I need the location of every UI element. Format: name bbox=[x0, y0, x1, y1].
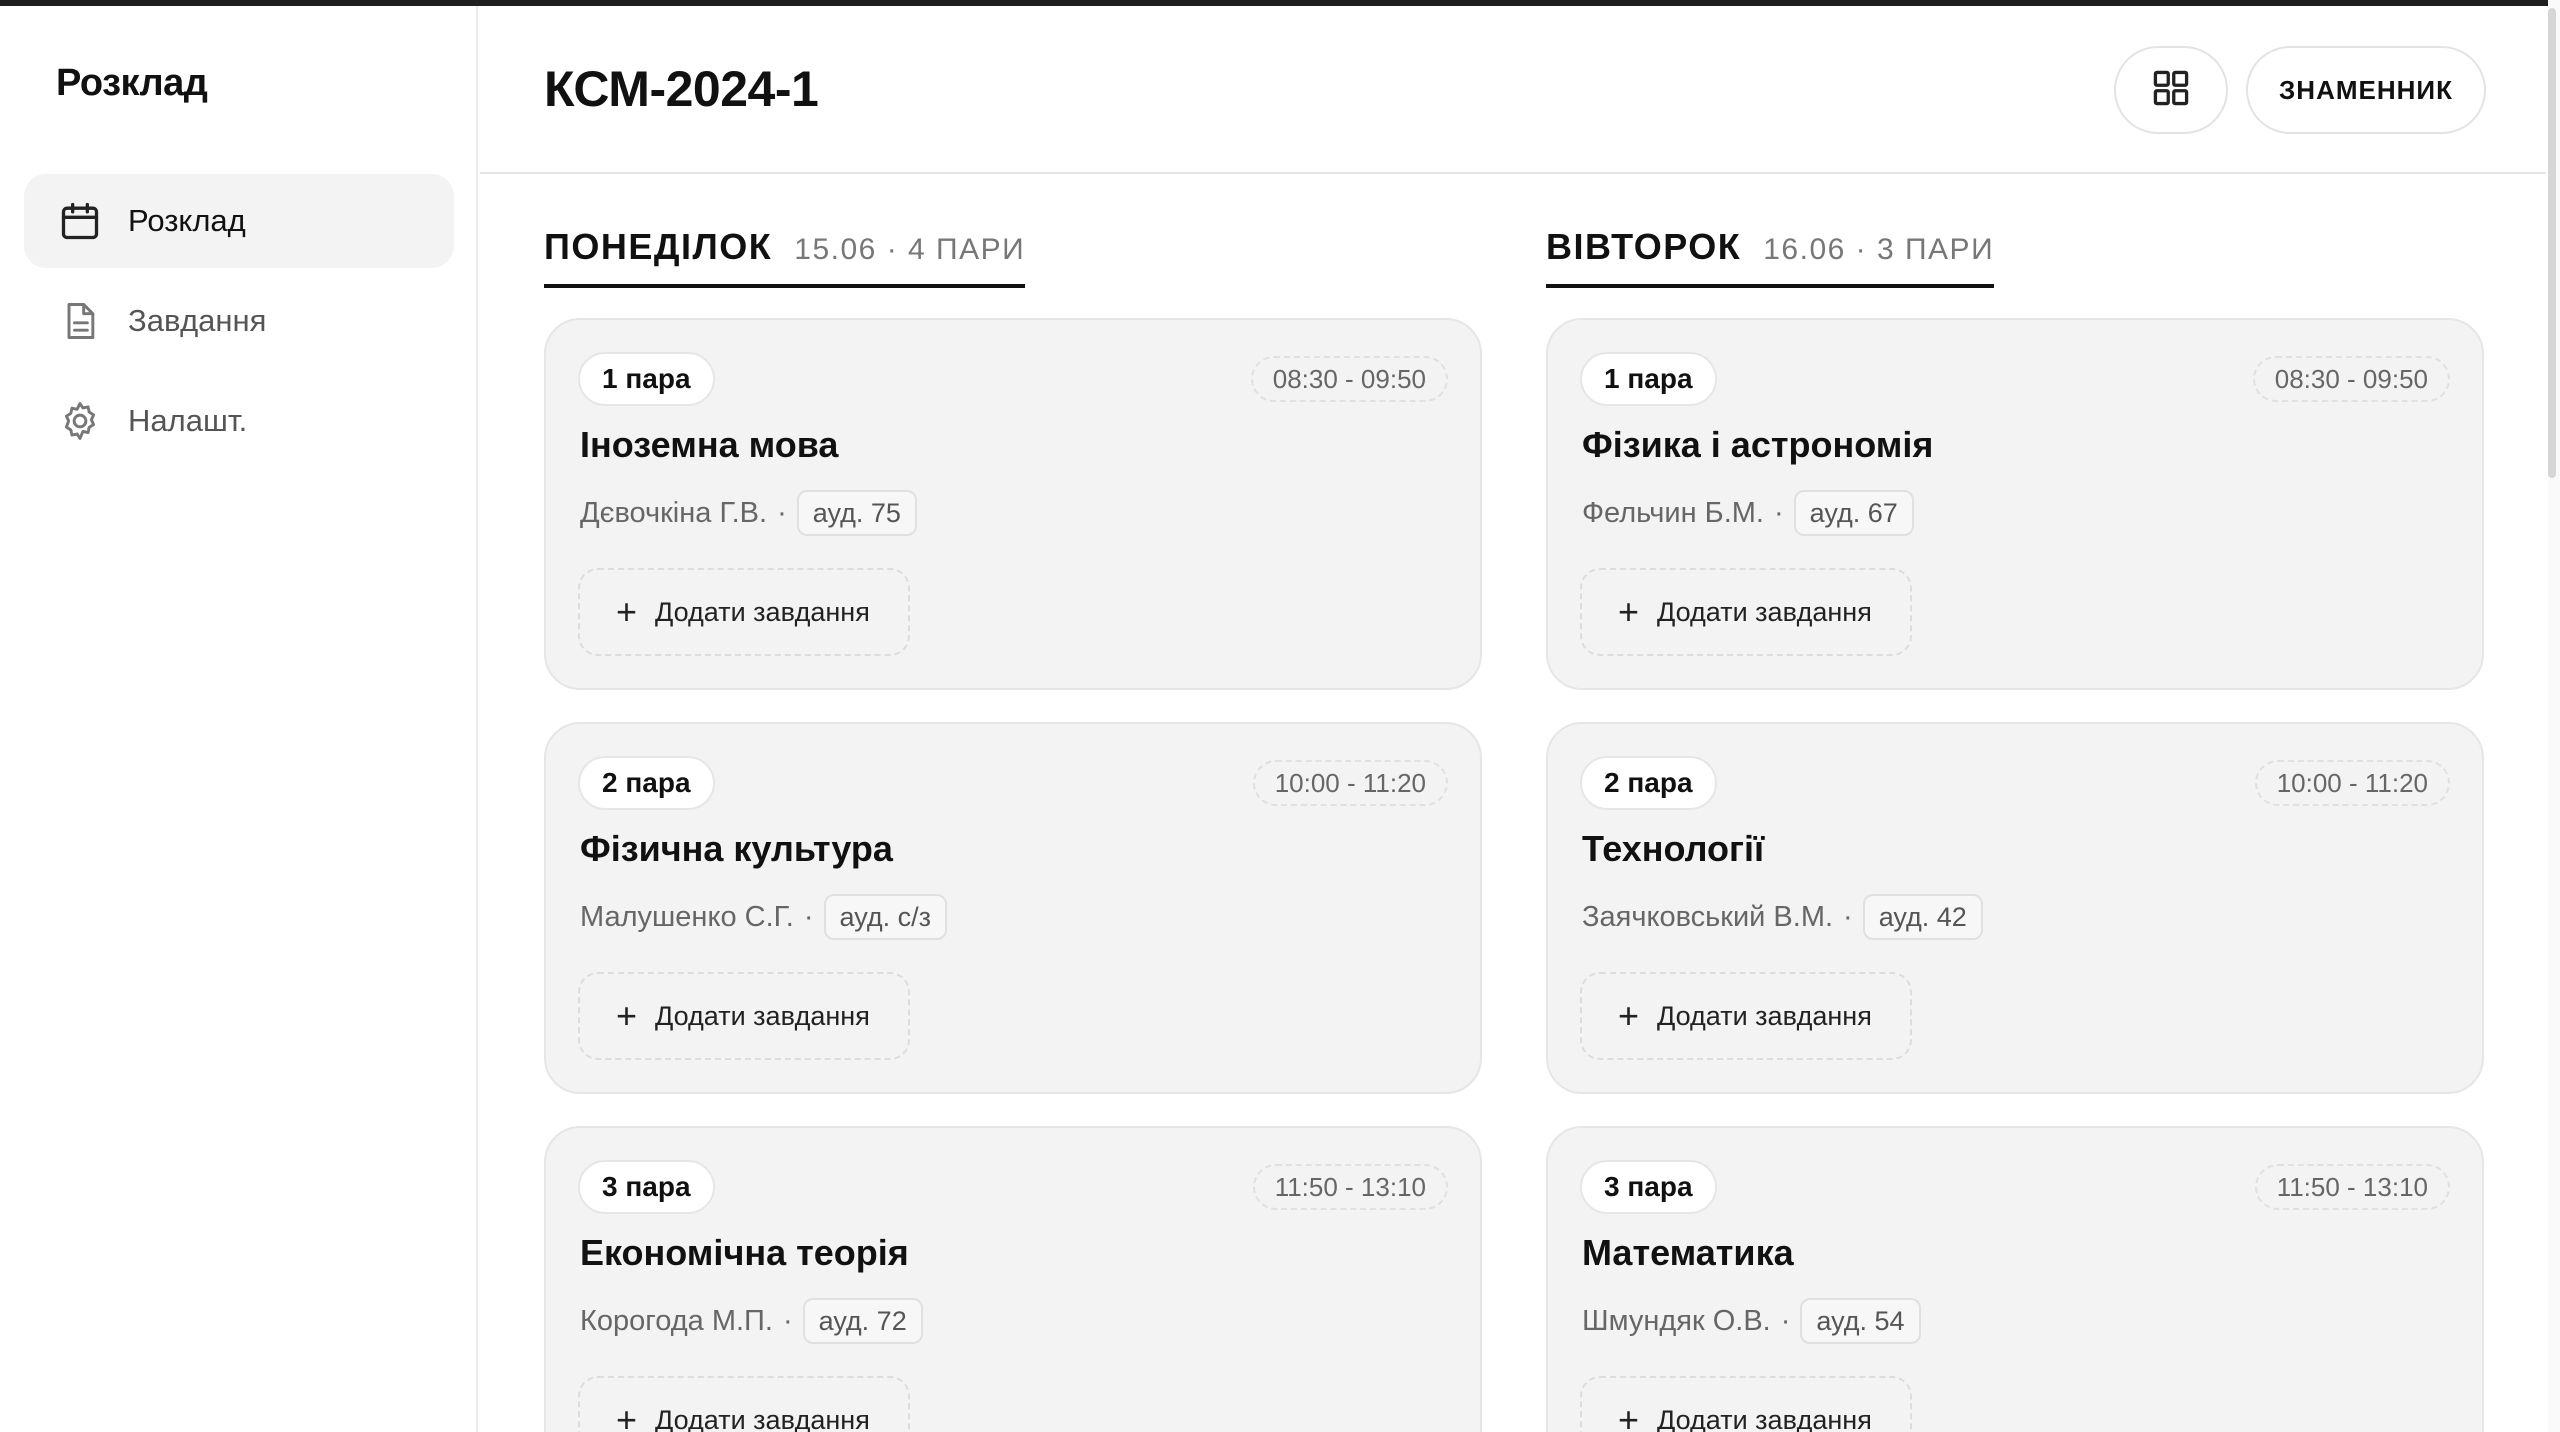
app-brand: Розклад bbox=[56, 62, 208, 104]
subject-name: Фізична культура bbox=[580, 828, 893, 869]
teacher-row: Дєвочкіна Г.В. · ауд. 75 bbox=[580, 490, 917, 536]
add-task-label: Додати завдання bbox=[1657, 1000, 1872, 1031]
time-badge: 11:50 - 13:10 bbox=[2254, 1164, 2450, 1210]
plus-icon: + bbox=[1618, 1399, 1640, 1432]
add-task-button[interactable]: + Додати завдання bbox=[578, 972, 910, 1060]
room-badge: ауд. 72 bbox=[802, 1298, 923, 1344]
day-name: ВІВТОРОК bbox=[1546, 226, 1742, 267]
day-meta: 16.06 · 3 ПАРИ bbox=[1763, 233, 1995, 266]
room-badge: ауд. 75 bbox=[796, 490, 917, 536]
pair-badge: 3 пара bbox=[578, 1160, 715, 1214]
lesson-card[interactable]: 2 пара 10:00 - 11:20 Фізична культура Ма… bbox=[544, 722, 1482, 1094]
room-badge: ауд. 42 bbox=[1862, 894, 1983, 940]
time-badge: 08:30 - 09:50 bbox=[2252, 356, 2450, 402]
plus-icon: + bbox=[616, 995, 638, 1036]
plus-icon: + bbox=[616, 591, 638, 632]
sidebar-item-label: Завдання bbox=[128, 303, 267, 338]
pair-badge: 1 пара bbox=[1580, 352, 1717, 406]
room-badge: ауд. с/з bbox=[823, 894, 948, 940]
add-task-label: Додати завдання bbox=[655, 1000, 870, 1031]
time-badge: 11:50 - 13:10 bbox=[1252, 1164, 1448, 1210]
time-badge: 08:30 - 09:50 bbox=[1250, 356, 1448, 402]
teacher-row: Малушенко С.Г. · ауд. с/з bbox=[580, 894, 948, 940]
pair-badge: 2 пара bbox=[578, 756, 715, 810]
add-task-button[interactable]: + Додати завдання bbox=[578, 568, 910, 656]
add-task-label: Додати завдання bbox=[655, 596, 870, 627]
add-task-label: Додати завдання bbox=[1657, 1404, 1872, 1432]
teacher-name: Корогода М.П. bbox=[580, 1304, 773, 1337]
separator-dot: · bbox=[1780, 1304, 1791, 1337]
day-header: ВІВТОРОК 16.06 · 3 ПАРИ bbox=[1546, 226, 1995, 288]
scrollbar-thumb[interactable] bbox=[2548, 8, 2556, 478]
teacher-name: Шмундяк О.В. bbox=[1582, 1304, 1771, 1337]
lesson-card[interactable]: 1 пара 08:30 - 09:50 Фізика і астрономія… bbox=[1546, 318, 2484, 690]
teacher-name: Малушенко С.Г. bbox=[580, 900, 794, 933]
calendar-icon bbox=[56, 197, 104, 245]
teacher-row: Шмундяк О.В. · ауд. 54 bbox=[1582, 1298, 1921, 1344]
add-task-button[interactable]: + Додати завдання bbox=[578, 1376, 910, 1432]
sidebar-nav: Розклад Завдання Налашт. bbox=[24, 174, 454, 474]
time-badge: 10:00 - 11:20 bbox=[2254, 760, 2450, 806]
room-badge: ауд. 67 bbox=[1793, 490, 1914, 536]
subject-name: Економічна теорія bbox=[580, 1232, 909, 1273]
subject-name: Математика bbox=[1582, 1232, 1794, 1273]
pair-badge: 1 пара bbox=[578, 352, 715, 406]
gear-icon bbox=[56, 397, 104, 445]
sidebar-item-schedule[interactable]: Розклад bbox=[24, 174, 454, 268]
add-task-label: Додати завдання bbox=[1657, 596, 1872, 627]
lesson-card[interactable]: 2 пара 10:00 - 11:20 Технології Заячковс… bbox=[1546, 722, 2484, 1094]
sidebar-item-settings[interactable]: Налашт. bbox=[24, 374, 454, 468]
day-header: ПОНЕДІЛОК 15.06 · 4 ПАРИ bbox=[544, 226, 1026, 288]
plus-icon: + bbox=[616, 1399, 638, 1432]
add-task-button[interactable]: + Додати завдання bbox=[1580, 972, 1912, 1060]
subject-name: Технології bbox=[1582, 828, 1765, 869]
page-title: КСМ-2024-1 bbox=[544, 61, 819, 117]
page-header: КСМ-2024-1 ЗНАМЕННИК bbox=[480, 6, 2546, 174]
schedule-content: ПОНЕДІЛОК 15.06 · 4 ПАРИ 1 пара 08:30 - … bbox=[480, 176, 2546, 1432]
teacher-row: Фельчин Б.М. · ауд. 67 bbox=[1582, 490, 1914, 536]
sidebar-item-label: Розклад bbox=[128, 203, 246, 238]
separator-dot: · bbox=[803, 900, 814, 933]
lesson-card[interactable]: 1 пара 08:30 - 09:50 Іноземна мова Дєвоч… bbox=[544, 318, 1482, 690]
sidebar-item-label: Налашт. bbox=[128, 403, 248, 438]
separator-dot: · bbox=[782, 1304, 793, 1337]
add-task-button[interactable]: + Додати завдання bbox=[1580, 568, 1912, 656]
day-name: ПОНЕДІЛОК bbox=[544, 226, 773, 267]
view-toggle-button[interactable] bbox=[2114, 46, 2228, 134]
add-task-button[interactable]: + Додати завдання bbox=[1580, 1376, 1912, 1432]
teacher-name: Заячковський В.М. bbox=[1582, 900, 1834, 933]
vertical-scrollbar[interactable] bbox=[2548, 0, 2560, 1432]
room-badge: ауд. 54 bbox=[1800, 1298, 1921, 1344]
week-type-button[interactable]: ЗНАМЕННИК bbox=[2246, 46, 2486, 134]
plus-icon: + bbox=[1618, 591, 1640, 632]
add-task-label: Додати завдання bbox=[655, 1404, 870, 1432]
day-meta: 15.06 · 4 ПАРИ bbox=[794, 233, 1026, 266]
teacher-row: Заячковський В.М. · ауд. 42 bbox=[1582, 894, 1983, 940]
sidebar: Розклад Розклад Завдання Налашт. bbox=[0, 6, 478, 1432]
teacher-name: Дєвочкіна Г.В. bbox=[580, 496, 768, 529]
sidebar-item-tasks[interactable]: Завдання bbox=[24, 274, 454, 368]
main-area: КСМ-2024-1 ЗНАМЕННИК ПОНЕДІЛОК 15.06 · 4… bbox=[480, 6, 2546, 1432]
pair-badge: 3 пара bbox=[1580, 1160, 1717, 1214]
separator-dot: · bbox=[1843, 900, 1853, 933]
subject-name: Фізика і астрономія bbox=[1582, 424, 1934, 465]
lesson-card[interactable]: 3 пара 11:50 - 13:10 Математика Шмундяк … bbox=[1546, 1126, 2484, 1432]
separator-dot: · bbox=[1774, 496, 1784, 529]
time-badge: 10:00 - 11:20 bbox=[1252, 760, 1448, 806]
teacher-row: Корогода М.П. · ауд. 72 bbox=[580, 1298, 923, 1344]
teacher-name: Фельчин Б.М. bbox=[1582, 496, 1764, 529]
separator-dot: · bbox=[777, 496, 787, 529]
grid-icon bbox=[2149, 66, 2193, 115]
document-icon bbox=[56, 297, 104, 345]
plus-icon: + bbox=[1618, 995, 1640, 1036]
pair-badge: 2 пара bbox=[1580, 756, 1717, 810]
subject-name: Іноземна мова bbox=[580, 424, 839, 465]
lesson-card[interactable]: 3 пара 11:50 - 13:10 Економічна теорія К… bbox=[544, 1126, 1482, 1432]
